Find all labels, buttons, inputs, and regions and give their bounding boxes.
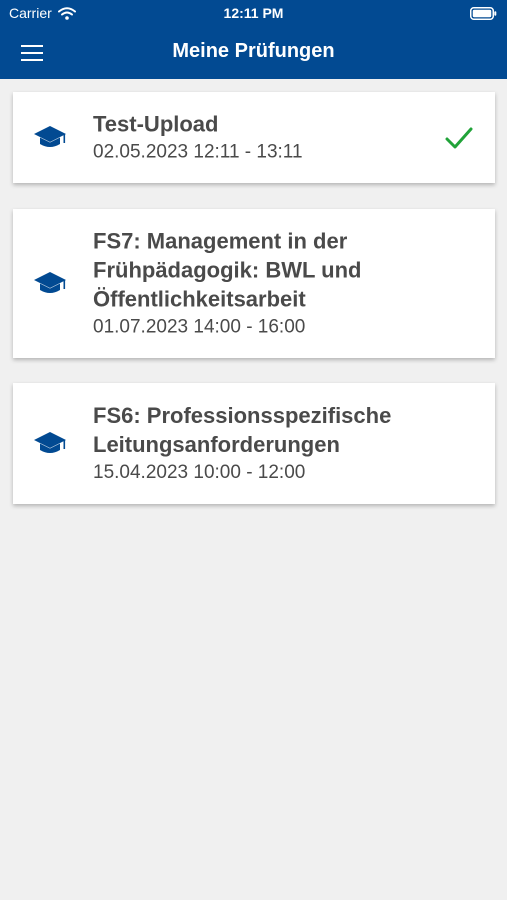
navigation-bar: Meine Prüfungen [0,28,507,79]
exam-card-test-upload[interactable]: Test-Upload 02.05.2023 12:11 - 13:11 [13,92,495,183]
exam-title: Test-Upload [93,111,219,136]
exam-card-fs6[interactable]: FS6: Professionsspezifische Leitungsanfo… [13,383,495,504]
exam-title: FS6: Professionsspezifische Leitungsanfo… [93,401,438,459]
page-title: Meine Prüfungen [172,40,335,62]
status-bar: Carrier 12:11 PM [0,0,507,28]
exam-card-fs7[interactable]: FS7: Management in der Frühpädagogik: BW… [13,209,495,358]
graduation-cap-icon [33,124,67,152]
exam-title-line: Leitungsanforderungen [93,431,340,457]
graduation-cap-icon [33,270,67,298]
exam-title-line: Frühpädagogik: BWL und [93,257,362,282]
exam-date: 01.07.2023 14:00 - 16:00 [93,316,306,337]
exam-date: 02.05.2023 12:11 - 13:11 [93,141,303,162]
exam-date: 15.04.2023 10:00 - 12:00 [93,461,306,483]
exam-title-line: FS6: Professionsspezifische [93,402,392,428]
graduation-cap-icon [33,430,67,458]
exam-info: FS7: Management in der Frühpädagogik: BW… [93,226,438,341]
app-header: Carrier 12:11 PM Meine Prüfungen [0,0,507,79]
exam-info: Test-Upload 02.05.2023 12:11 - 13:11 [93,109,438,166]
exam-title-line: Öffentlichkeitsarbeit [93,286,306,311]
checkmark-icon [445,126,473,150]
exam-title: FS7: Management in der Frühpädagogik: BW… [93,226,438,313]
status-time: 12:11 PM [223,5,284,21]
battery-icon [470,7,497,20]
exam-title-line: FS7: Management in der [93,228,348,253]
exam-info: FS6: Professionsspezifische Leitungsanfo… [93,401,438,487]
